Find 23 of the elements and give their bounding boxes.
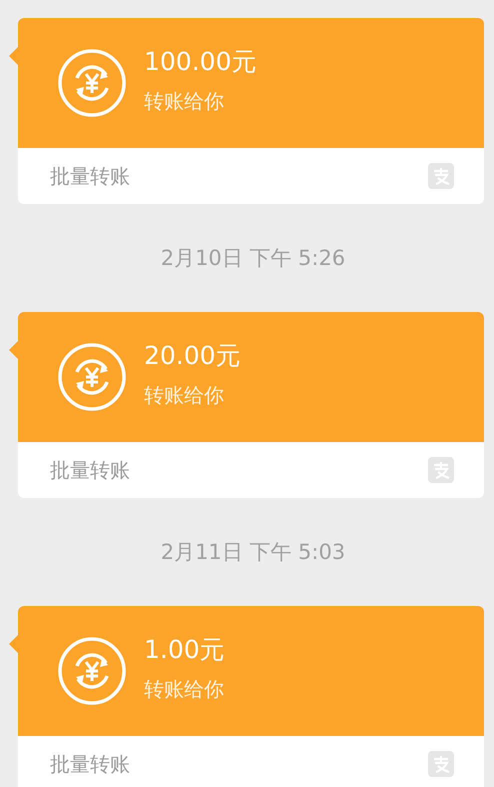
transfer-card[interactable]: 1.00元 转账给你 批量转账 — [18, 606, 484, 787]
payment-app-icon — [428, 751, 454, 777]
currency-exchange-icon — [57, 342, 127, 412]
transfer-amount: 100.00元 — [144, 46, 256, 78]
transfer-card[interactable]: 100.00元 转账给你 批量转账 — [18, 18, 484, 204]
transfer-caption: 转账给你 — [144, 382, 225, 408]
bubble-tail — [9, 635, 18, 653]
payment-app-icon — [428, 457, 454, 483]
currency-exchange-icon — [57, 636, 127, 706]
transfer-type-label: 批量转账 — [50, 162, 130, 190]
transfer-type-label: 批量转账 — [50, 456, 130, 484]
payment-app-icon — [428, 163, 454, 189]
message-timestamp: 2月11日 下午 5:03 — [160, 539, 346, 566]
transfer-card[interactable]: 20.00元 转账给你 批量转账 — [18, 312, 484, 498]
bubble-tail — [9, 341, 18, 359]
transfer-amount: 20.00元 — [144, 340, 241, 372]
transfer-type-label: 批量转账 — [50, 750, 130, 778]
transfer-amount: 1.00元 — [144, 634, 225, 666]
transfer-caption: 转账给你 — [144, 88, 225, 114]
currency-exchange-icon — [57, 48, 127, 118]
bubble-tail — [9, 47, 18, 65]
message-timestamp: 2月10日 下午 5:26 — [160, 245, 346, 272]
transfer-caption: 转账给你 — [144, 676, 225, 702]
